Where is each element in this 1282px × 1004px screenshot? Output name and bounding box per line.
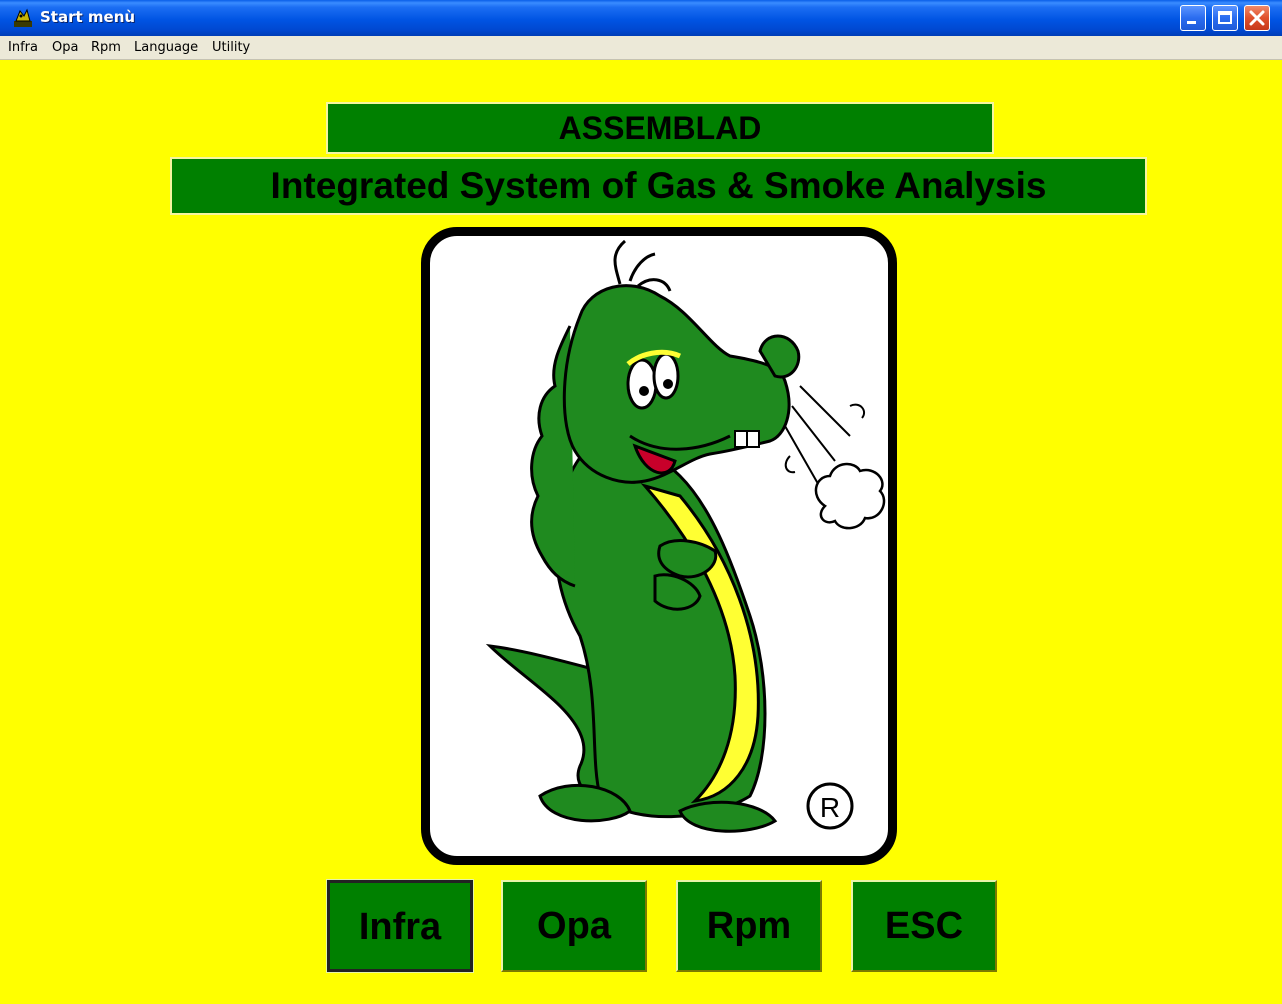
menu-rpm[interactable]: Rpm bbox=[91, 40, 121, 55]
window-title: Start menù bbox=[40, 8, 136, 26]
main-panel: ASSEMBLAD Integrated System of Gas & Smo… bbox=[0, 60, 1282, 1004]
infra-button[interactable]: Infra bbox=[326, 879, 474, 973]
maximize-icon bbox=[1218, 11, 1232, 24]
minimize-button[interactable] bbox=[1180, 5, 1206, 31]
app-icon bbox=[14, 8, 32, 27]
brand-banner: ASSEMBLAD bbox=[326, 102, 994, 154]
subtitle-banner: Integrated System of Gas & Smoke Analysi… bbox=[170, 157, 1147, 215]
close-button[interactable] bbox=[1244, 5, 1270, 31]
menu-language[interactable]: Language bbox=[134, 40, 198, 55]
esc-button[interactable]: ESC bbox=[851, 880, 997, 972]
dragon-mascot-icon: R bbox=[485, 239, 886, 833]
opa-button[interactable]: Opa bbox=[501, 880, 647, 972]
minimize-icon bbox=[1187, 21, 1196, 24]
maximize-button[interactable] bbox=[1212, 5, 1238, 31]
title-bar[interactable]: Start menù bbox=[0, 0, 1282, 36]
menu-utility[interactable]: Utility bbox=[212, 40, 250, 55]
registered-mark: R bbox=[820, 792, 840, 823]
logo-frame: R bbox=[421, 227, 897, 865]
menu-bar: Infra Opa Rpm Language Utility bbox=[0, 36, 1282, 60]
rpm-button[interactable]: Rpm bbox=[676, 880, 822, 972]
close-icon bbox=[1249, 10, 1265, 26]
menu-opa[interactable]: Opa bbox=[52, 40, 78, 55]
menu-infra[interactable]: Infra bbox=[8, 40, 38, 55]
